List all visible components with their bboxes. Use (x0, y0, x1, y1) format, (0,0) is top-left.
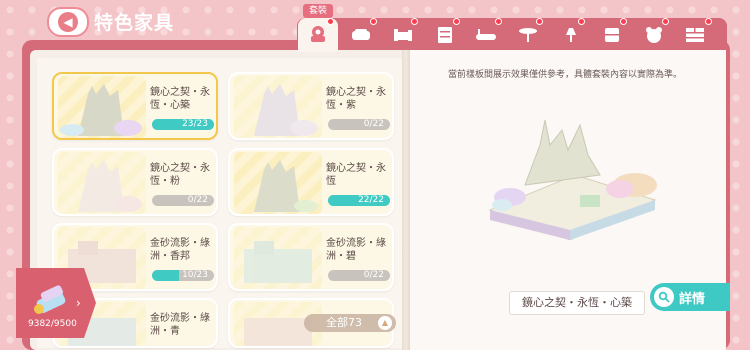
page-title: 特色家具 (94, 12, 175, 34)
set-card[interactable]: 鏡心之契・永恆 22/22 (228, 148, 394, 216)
wall-icon (686, 28, 704, 42)
notification-dot (411, 18, 418, 25)
detail-label: 詳情 (679, 291, 706, 307)
set-card[interactable]: 鏡心之契・永恆・紫 0/22 (228, 72, 394, 140)
set-thumbnail (234, 227, 322, 289)
set-name: 鏡心之契・永恆・紫 (326, 87, 386, 111)
set-name: 金砂流影・綠洲・碧 (326, 238, 386, 262)
set-thumbnail (234, 152, 322, 214)
notification-dot (620, 18, 627, 25)
progress-bar: 0/22 (328, 270, 390, 281)
set-name: 鏡心之契・永恆・心築 (150, 87, 210, 111)
set-card[interactable]: 鏡心之契・永恆・心築 23/23 (52, 72, 218, 140)
notification-dot (662, 18, 669, 25)
progress-text: 0/22 (363, 119, 384, 129)
notification-dot (536, 18, 543, 25)
table-icon (519, 28, 537, 42)
filter-label: 全部73 (326, 316, 362, 329)
set-preview-image (488, 119, 657, 240)
progress-bar: 0/22 (152, 195, 214, 206)
progress-text: 10/23 (182, 270, 208, 280)
preview-set-name: 鏡心之契・永恆・心築 (509, 291, 645, 315)
set-thumbnail (234, 76, 322, 138)
set-card[interactable]: 鏡心之契・永恆・粉 0/22 (52, 148, 218, 216)
back-arrow-icon: ◀ (58, 12, 78, 32)
notification-dot (327, 18, 334, 25)
tab-drawer[interactable] (601, 26, 623, 44)
set-icon (311, 26, 325, 42)
tab-bathtub[interactable] (475, 26, 497, 44)
tab-bed[interactable] (392, 26, 414, 44)
tab-table[interactable] (517, 26, 539, 44)
tab-cabinet[interactable] (434, 26, 456, 44)
set-card[interactable]: 金砂流影・綠洲・碧 0/22 (228, 223, 394, 291)
bed-icon (394, 29, 412, 41)
chevron-right-icon: › (76, 296, 81, 310)
notification-dot (495, 18, 502, 25)
tab-lamp[interactable] (560, 26, 582, 44)
teddy-bear-icon (646, 27, 662, 43)
progress-bar: 10/23 (152, 270, 214, 281)
progress-text: 0/22 (363, 270, 384, 280)
set-name: 鏡心之契・永恆・粉 (150, 163, 210, 187)
set-name: 金砂流影・綠洲・香邦 (150, 238, 210, 262)
chevron-up-icon: ▲ (378, 316, 392, 330)
drawer-icon (605, 28, 619, 42)
progress-text: 22/22 (358, 195, 384, 205)
tab-teddy[interactable] (643, 26, 665, 44)
notification-dot (578, 18, 585, 25)
cabinet-icon (438, 27, 452, 43)
preview-note: 當前樣板間展示效果僅供參考，具體套裝內容以實際為準。 (448, 70, 683, 80)
progress-bar: 23/23 (152, 119, 214, 130)
sofa-icon (34, 285, 66, 314)
set-thumbnail (58, 152, 146, 214)
book-spine (402, 50, 410, 350)
tab-active-label: 套裝 (303, 4, 333, 18)
tab-wall[interactable] (684, 26, 706, 44)
progress-text: 23/23 (182, 119, 208, 129)
lamp-icon (566, 28, 576, 42)
filter-all-button[interactable]: 全部73 ▲ (304, 314, 396, 332)
detail-button[interactable]: 詳情 (650, 283, 730, 311)
set-name: 鏡心之契・永恆 (326, 163, 386, 187)
search-icon (654, 287, 674, 307)
back-button[interactable]: ◀ (47, 7, 89, 37)
set-thumbnail (58, 76, 146, 138)
tab-armchair[interactable] (350, 26, 372, 44)
notification-dot (705, 18, 712, 25)
notification-dot (453, 18, 460, 25)
progress-bar: 0/22 (328, 119, 390, 130)
progress-text: 0/22 (187, 195, 208, 205)
badge-count: 9382/9500 (28, 319, 77, 329)
set-name: 金砂流影・綠洲・青 (150, 313, 210, 337)
progress-bar: 22/22 (328, 195, 390, 206)
armchair-icon (352, 29, 370, 40)
notification-dot (370, 18, 377, 25)
bathtub-icon (476, 29, 496, 40)
